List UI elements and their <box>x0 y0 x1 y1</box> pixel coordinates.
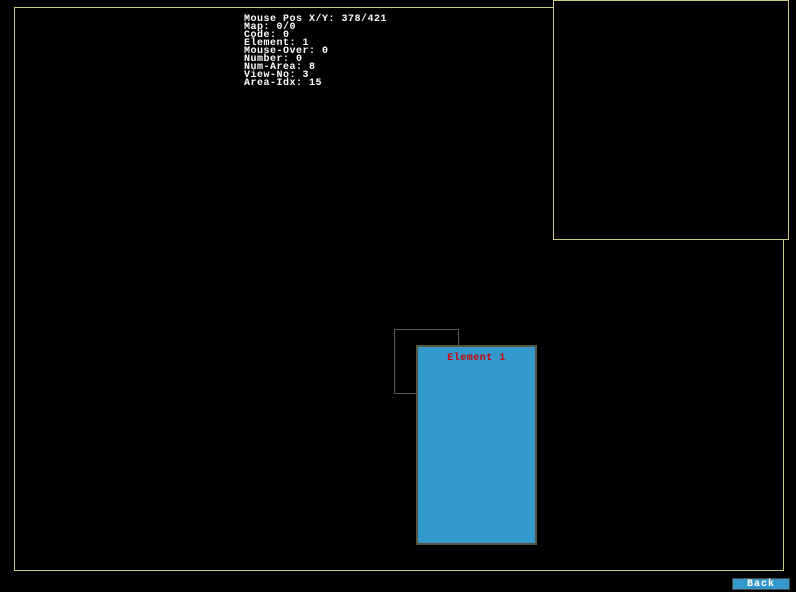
debug-mouse-over-value: 0 <box>322 46 329 57</box>
element-box[interactable]: Element 1 <box>416 345 537 545</box>
back-button[interactable]: Back <box>732 578 790 590</box>
debug-num-area-value: 8 <box>309 62 316 73</box>
back-button-label: Back <box>747 579 775 590</box>
element-box-label: Element 1 <box>418 353 535 364</box>
debug-area-idx-label: Area-Idx: <box>244 78 303 89</box>
debug-area-idx-value: 15 <box>309 78 322 89</box>
side-panel-outline <box>553 0 789 240</box>
debug-mouse-pos-value: 378/421 <box>342 14 388 25</box>
debug-info: Mouse Pos X/Y: 378/421 Map: 0/0 Code: 0 … <box>244 16 387 88</box>
